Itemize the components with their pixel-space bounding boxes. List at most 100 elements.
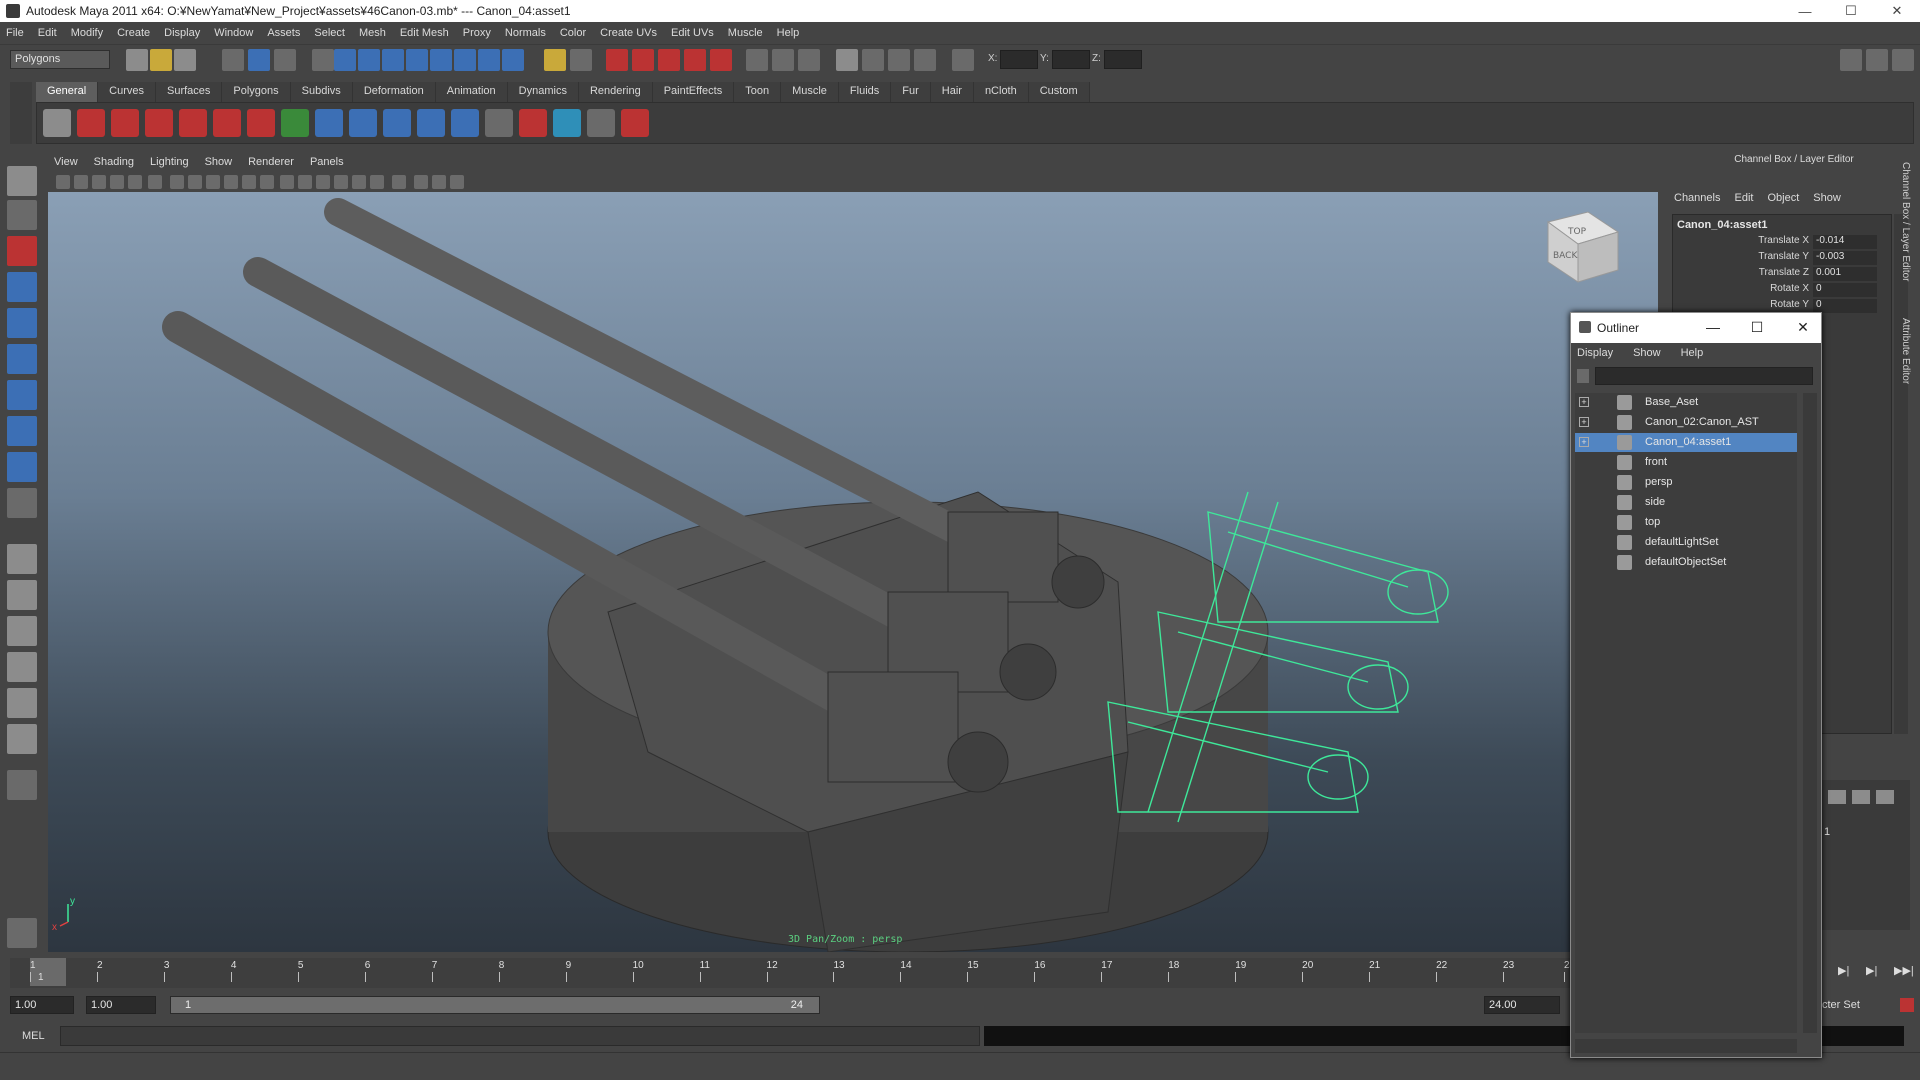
menu-edit-uvs[interactable]: Edit UVs	[671, 27, 714, 39]
select-hierarchy-icon[interactable]	[222, 49, 244, 71]
paint-select-tool-icon[interactable]	[7, 236, 37, 266]
snap-surface-icon[interactable]	[454, 49, 476, 71]
attribute-editor-toggle-icon[interactable]	[1840, 49, 1862, 71]
snap-view-plane-icon[interactable]	[406, 49, 428, 71]
smooth-shade-icon[interactable]	[298, 175, 312, 189]
list-icon[interactable]	[485, 109, 513, 137]
outliner-search-input[interactable]	[1595, 367, 1813, 385]
layer-new-selected-icon[interactable]	[1852, 790, 1870, 804]
side-tab-attribute-editor[interactable]: Attribute Editor	[1900, 318, 1911, 408]
brush-icon[interactable]	[621, 109, 649, 137]
character-set-label[interactable]: cter Set	[1822, 996, 1882, 1016]
z-field[interactable]	[1104, 50, 1142, 69]
menu-select[interactable]: Select	[314, 27, 345, 39]
bones-icon[interactable]	[111, 109, 139, 137]
four-view-layout-icon[interactable]	[7, 580, 37, 610]
wireframe-icon[interactable]	[280, 175, 294, 189]
filter-icon[interactable]	[1577, 369, 1589, 383]
tab-fur[interactable]: Fur	[891, 82, 931, 102]
select-component-icon[interactable]	[274, 49, 296, 71]
hypershade-icon[interactable]	[684, 49, 706, 71]
animation-start-field[interactable]: 1.00	[10, 996, 74, 1014]
outliner-close-button[interactable]: ✕	[1793, 319, 1813, 337]
channel-row[interactable]: Translate X -0.014	[1673, 235, 1889, 250]
list-item[interactable]: + Base_Aset	[1575, 393, 1797, 412]
outliner-vertical-scrollbar[interactable]	[1803, 393, 1817, 1033]
menu-muscle[interactable]: Muscle	[728, 27, 763, 39]
menu-modify[interactable]: Modify	[71, 27, 103, 39]
cb-menu-edit[interactable]: Edit	[1734, 192, 1753, 204]
tab-muscle[interactable]: Muscle	[781, 82, 839, 102]
go-to-end-icon[interactable]: ▶▶|	[1894, 964, 1914, 977]
box-icon[interactable]	[587, 109, 615, 137]
select-tool-icon[interactable]	[7, 166, 37, 196]
hypershade-layout-icon[interactable]	[7, 688, 37, 718]
outliner-title-bar[interactable]: Outliner — ☐ ✕	[1571, 313, 1821, 343]
list-item[interactable]: defaultObjectSet	[1575, 553, 1797, 572]
wireframe-on-shaded-icon[interactable]	[316, 175, 330, 189]
menu-set-dropdown[interactable]: Polygons	[10, 50, 110, 69]
high-quality-icon[interactable]	[450, 175, 464, 189]
lasso-tool-icon[interactable]	[7, 200, 37, 230]
snap-point-icon[interactable]	[382, 49, 404, 71]
render-current-icon[interactable]	[606, 49, 628, 71]
list-item[interactable]: persp	[1575, 473, 1797, 492]
sphere-icon[interactable]	[315, 109, 343, 137]
expand-icon[interactable]: +	[1579, 417, 1589, 427]
camera-select-icon[interactable]	[56, 175, 70, 189]
menu-color[interactable]: Color	[560, 27, 586, 39]
field-chart-icon[interactable]	[224, 175, 238, 189]
absolute-transform-icon[interactable]	[798, 49, 820, 71]
y-field[interactable]	[1052, 50, 1090, 69]
tab-custom[interactable]: Custom	[1028, 82, 1090, 102]
lock-icon[interactable]	[544, 49, 566, 71]
outliner-persp-layout-icon[interactable]	[7, 616, 37, 646]
all-lights-icon[interactable]	[370, 175, 384, 189]
viewport-menu-show[interactable]: Show	[205, 156, 233, 168]
menu-file[interactable]: File	[6, 27, 24, 39]
playback-start-field[interactable]: 1.00	[86, 996, 156, 1014]
move-tool-icon[interactable]	[7, 272, 37, 302]
render-view-icon[interactable]	[710, 49, 732, 71]
persp-uv-layout-icon[interactable]	[7, 724, 37, 754]
tab-surfaces[interactable]: Surfaces	[155, 82, 223, 102]
viewport-menu-lighting[interactable]: Lighting	[150, 156, 189, 168]
outliner-menu-help[interactable]: Help	[1681, 347, 1704, 359]
menu-proxy[interactable]: Proxy	[463, 27, 491, 39]
list-item-selected[interactable]: + Canon_04:asset1	[1575, 433, 1797, 452]
xray-joints-icon[interactable]	[432, 175, 446, 189]
channel-row[interactable]: Translate Y -0.003	[1673, 251, 1889, 266]
channel-box-toggle-icon[interactable]	[1892, 49, 1914, 71]
shelf-menu-handle[interactable]	[10, 82, 32, 144]
tab-animation[interactable]: Animation	[435, 82, 508, 102]
tab-deformation[interactable]: Deformation	[352, 82, 436, 102]
tab-dynamics[interactable]: Dynamics	[507, 82, 579, 102]
universal-manip-icon[interactable]	[7, 380, 37, 410]
joint-4-icon[interactable]	[451, 109, 479, 137]
select-object-icon[interactable]	[248, 49, 270, 71]
soft-mod-icon[interactable]	[7, 416, 37, 446]
snap-vertex-icon[interactable]	[478, 49, 500, 71]
gate-mask-icon[interactable]	[206, 175, 220, 189]
channel-value[interactable]: 0.001	[1813, 267, 1877, 281]
x-field[interactable]	[1000, 50, 1038, 69]
viewport-menu-view[interactable]: View	[54, 156, 78, 168]
camera-attr-icon[interactable]	[74, 175, 88, 189]
cb-menu-channels[interactable]: Channels	[1674, 192, 1720, 204]
layer-new-icon[interactable]	[1828, 790, 1846, 804]
isolate-select-icon[interactable]	[392, 175, 406, 189]
pivot-tool-icon[interactable]	[7, 918, 37, 948]
magnet-icon[interactable]	[247, 109, 275, 137]
channel-value[interactable]: -0.003	[1813, 251, 1877, 265]
history-icon[interactable]	[502, 49, 524, 71]
render-settings-icon[interactable]	[658, 49, 680, 71]
outliner-minimize-button[interactable]: —	[1703, 319, 1723, 337]
cloth-icon[interactable]	[553, 109, 581, 137]
snap-live-icon[interactable]	[430, 49, 452, 71]
mel-label[interactable]: MEL	[22, 1030, 45, 1042]
range-slider[interactable]: 1 24	[170, 996, 820, 1014]
input-line-icon[interactable]	[746, 49, 768, 71]
close-button[interactable]: ✕	[1874, 0, 1920, 22]
tool-settings-toggle-icon[interactable]	[1866, 49, 1888, 71]
open-scene-icon[interactable]	[150, 49, 172, 71]
